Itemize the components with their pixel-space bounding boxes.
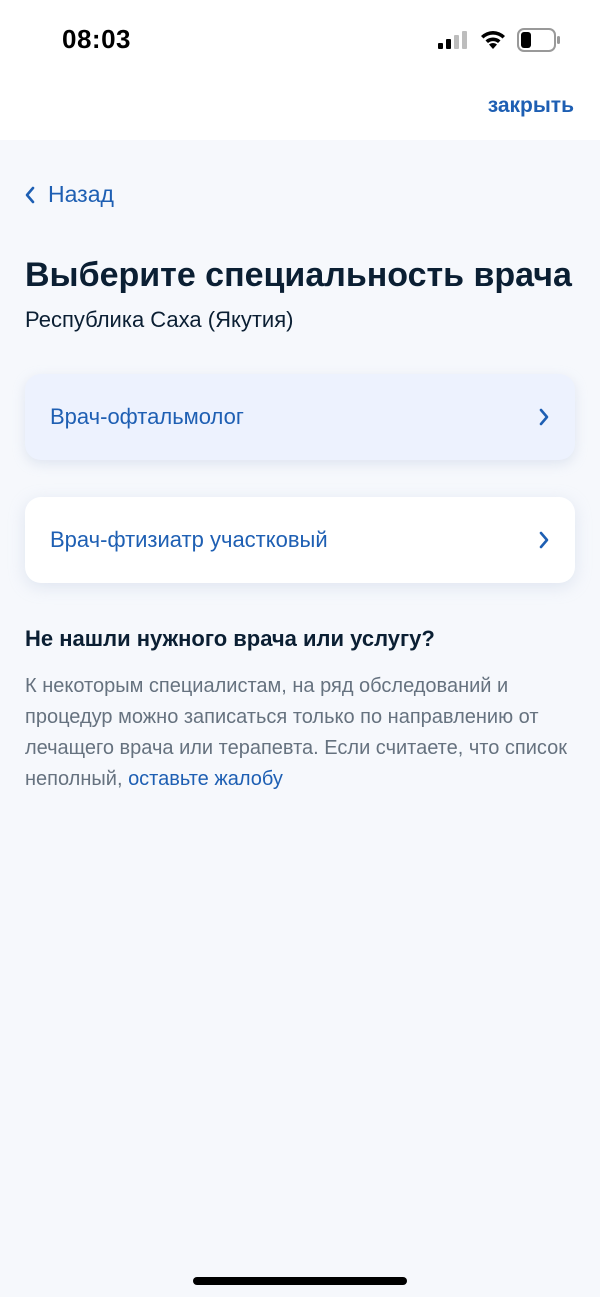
back-button[interactable]: Назад xyxy=(24,181,114,208)
screen: 08:03 закрыть Назад Выберите специальнос… xyxy=(0,0,600,1297)
chevron-right-icon xyxy=(539,531,549,549)
home-indicator[interactable] xyxy=(193,1277,407,1285)
chevron-right-icon xyxy=(539,408,549,426)
help-text: К некоторым специалистам, на ряд обследо… xyxy=(25,671,580,795)
wifi-icon xyxy=(481,31,505,49)
close-button[interactable]: закрыть xyxy=(488,94,574,118)
specialty-label: Врач-фтизиатр участковый xyxy=(50,527,328,552)
help-text-body: К некоторым специалистам, на ряд обследо… xyxy=(25,675,567,790)
status-time: 08:03 xyxy=(62,24,131,54)
specialty-label: Врач-офтальмолог xyxy=(50,404,244,429)
battery-icon xyxy=(517,28,560,52)
status-bar: 08:03 xyxy=(0,0,600,80)
help-heading: Не нашли нужного врача или услугу? xyxy=(25,626,435,651)
specialty-item-phthisiatrician[interactable]: Врач-фтизиатр участковый xyxy=(25,497,575,583)
back-label: Назад xyxy=(48,181,114,207)
region-subtitle: Республика Саха (Якутия) xyxy=(25,307,294,332)
chevron-left-icon xyxy=(25,186,35,203)
page-title: Выберите специальность врача xyxy=(25,256,572,294)
specialty-item-ophthalmologist[interactable]: Врач-офтальмолог xyxy=(25,374,575,460)
top-header: закрыть xyxy=(0,80,600,140)
complaint-link[interactable]: оставьте жалобу xyxy=(128,768,283,790)
signal-icon xyxy=(438,31,467,49)
